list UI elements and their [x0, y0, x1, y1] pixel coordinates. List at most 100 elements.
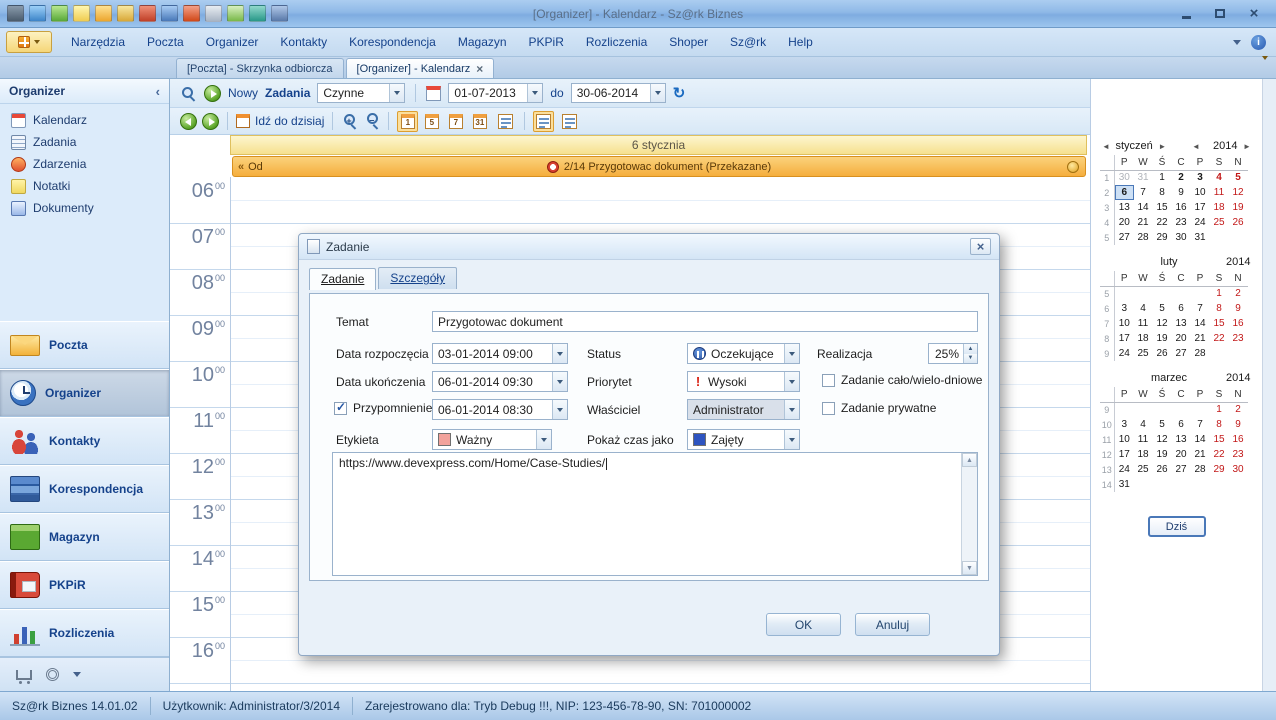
- start-date-editor[interactable]: 03-01-2014 09:00: [432, 343, 568, 364]
- day-cell[interactable]: 9: [1229, 417, 1248, 432]
- day-cell[interactable]: 28: [1191, 346, 1210, 361]
- day-cell[interactable]: 25: [1134, 346, 1153, 361]
- day-cell[interactable]: 8: [1153, 185, 1172, 200]
- agenda-view-button[interactable]: [559, 111, 580, 132]
- cancel-button[interactable]: Anuluj: [855, 613, 930, 636]
- day-cell[interactable]: 13: [1172, 316, 1191, 331]
- day-cell[interactable]: 1: [1210, 286, 1229, 301]
- day-cell[interactable]: 14: [1134, 200, 1153, 215]
- day-cell[interactable]: 26: [1153, 462, 1172, 477]
- reminder-date-editor[interactable]: 06-01-2014 08:30: [432, 399, 568, 420]
- day-cell[interactable]: 20: [1172, 447, 1191, 462]
- day-cell[interactable]: 25: [1210, 215, 1229, 230]
- note-icon[interactable]: [73, 5, 90, 22]
- dropdown-button[interactable]: [552, 344, 567, 363]
- day-cell[interactable]: 10: [1115, 316, 1134, 331]
- label-combo[interactable]: Ważny: [432, 429, 552, 450]
- day-cell[interactable]: 3: [1191, 170, 1210, 185]
- day-cell[interactable]: 4: [1210, 170, 1229, 185]
- day-cell[interactable]: 11: [1210, 185, 1229, 200]
- day-cell[interactable]: 24: [1191, 215, 1210, 230]
- ribbon-tab-organizer[interactable]: Organizer: [195, 28, 270, 56]
- dropdown-button[interactable]: [650, 84, 665, 102]
- day-cell[interactable]: 22: [1210, 447, 1229, 462]
- dropdown-button[interactable]: [389, 84, 404, 102]
- collapse-sidebar-icon[interactable]: [156, 84, 160, 99]
- goto-today-button[interactable]: Idź do dzisiaj: [255, 114, 324, 128]
- collapse-ribbon-icon[interactable]: [1233, 40, 1241, 45]
- day-cell[interactable]: 11: [1134, 316, 1153, 331]
- day-cell[interactable]: 12: [1153, 316, 1172, 331]
- day-cell[interactable]: 30: [1115, 170, 1134, 185]
- dropdown-button[interactable]: [784, 430, 799, 449]
- dropdown-button[interactable]: [784, 400, 799, 419]
- day-cell[interactable]: 29: [1153, 230, 1172, 245]
- day-cell[interactable]: 19: [1153, 447, 1172, 462]
- contacts-icon[interactable]: [139, 5, 156, 22]
- task-filter-combo[interactable]: Czynne: [317, 83, 405, 103]
- dialog-tab-zadanie[interactable]: Zadanie: [309, 268, 376, 290]
- status-combo[interactable]: Oczekujące: [687, 343, 800, 364]
- ribbon-tab-korespondencja[interactable]: Korespondencja: [338, 28, 447, 56]
- edit-icon[interactable]: [117, 5, 134, 22]
- cart-icon[interactable]: [16, 670, 32, 680]
- go-icon[interactable]: [204, 85, 221, 102]
- priority-combo[interactable]: Wysoki: [687, 371, 800, 392]
- document-tab[interactable]: [Poczta] - Skrzynka odbiorcza: [176, 58, 344, 78]
- day-cell[interactable]: 6: [1172, 417, 1191, 432]
- day-cell[interactable]: 29: [1210, 462, 1229, 477]
- prev-year-icon[interactable]: [1190, 142, 1203, 151]
- nav-button-rozliczenia[interactable]: Rozliczenia: [0, 609, 169, 657]
- day-cell[interactable]: 21: [1191, 447, 1210, 462]
- day-cell[interactable]: 18: [1134, 447, 1153, 462]
- day-cell[interactable]: 6: [1172, 301, 1191, 316]
- scroll-down-icon[interactable]: [962, 561, 977, 575]
- minimize-button[interactable]: [1174, 5, 1198, 23]
- scroll-up-icon[interactable]: [962, 453, 977, 467]
- day-cell[interactable]: 14: [1191, 316, 1210, 331]
- day-cell[interactable]: 15: [1153, 200, 1172, 215]
- day-cell[interactable]: 23: [1229, 447, 1248, 462]
- dropdown-button[interactable]: [784, 344, 799, 363]
- day-cell[interactable]: 24: [1115, 462, 1134, 477]
- day-cell[interactable]: 6: [1115, 185, 1134, 200]
- day-cell[interactable]: 20: [1115, 215, 1134, 230]
- day-cell[interactable]: 5: [1153, 417, 1172, 432]
- day-cell[interactable]: 14: [1191, 432, 1210, 447]
- application-menu-button[interactable]: [6, 31, 52, 53]
- day-cell[interactable]: 8: [1210, 417, 1229, 432]
- ribbon-tab-sz@rk[interactable]: Sz@rk: [719, 28, 777, 56]
- day-cell[interactable]: 2: [1229, 286, 1248, 301]
- day-cell[interactable]: 13: [1115, 200, 1134, 215]
- sidebar-item-zdarzenia[interactable]: Zdarzenia: [0, 153, 169, 175]
- nav-button-organizer[interactable]: Organizer: [0, 369, 169, 417]
- day-cell[interactable]: 19: [1153, 331, 1172, 346]
- view-31-button[interactable]: 31: [469, 111, 490, 132]
- day-cell[interactable]: 7: [1191, 301, 1210, 316]
- document-tab[interactable]: [Organizer] - Kalendarz: [346, 58, 495, 78]
- dropdown-button[interactable]: [784, 372, 799, 391]
- printer-icon[interactable]: [205, 5, 222, 22]
- day-cell[interactable]: 23: [1172, 215, 1191, 230]
- day-cell[interactable]: 5: [1229, 170, 1248, 185]
- vertical-scrollbar[interactable]: [1262, 79, 1276, 691]
- dropdown-button[interactable]: [527, 84, 542, 102]
- new-button[interactable]: Nowy: [228, 86, 258, 100]
- dialog-titlebar[interactable]: Zadanie: [299, 234, 999, 260]
- day-cell[interactable]: 24: [1115, 346, 1134, 361]
- day-cell[interactable]: 2: [1229, 402, 1248, 417]
- maximize-button[interactable]: [1208, 5, 1232, 23]
- day-cell[interactable]: 5: [1153, 301, 1172, 316]
- nav-button-kontakty[interactable]: Kontakty: [0, 417, 169, 465]
- temat-input[interactable]: Przygotowac dokument: [432, 311, 978, 332]
- day-cell[interactable]: 28: [1191, 462, 1210, 477]
- day-cell[interactable]: 19: [1229, 200, 1248, 215]
- private-checkbox[interactable]: Zadanie prywatne: [822, 401, 936, 415]
- showtime-combo[interactable]: Zajęty: [687, 429, 800, 450]
- day-cell[interactable]: 23: [1229, 331, 1248, 346]
- gantt-view-button[interactable]: [533, 111, 554, 132]
- sidebar-item-kalendarz[interactable]: Kalendarz: [0, 109, 169, 131]
- search-icon[interactable]: [161, 5, 178, 22]
- day-cell[interactable]: 26: [1229, 215, 1248, 230]
- progress-spinner[interactable]: 25%: [928, 343, 978, 364]
